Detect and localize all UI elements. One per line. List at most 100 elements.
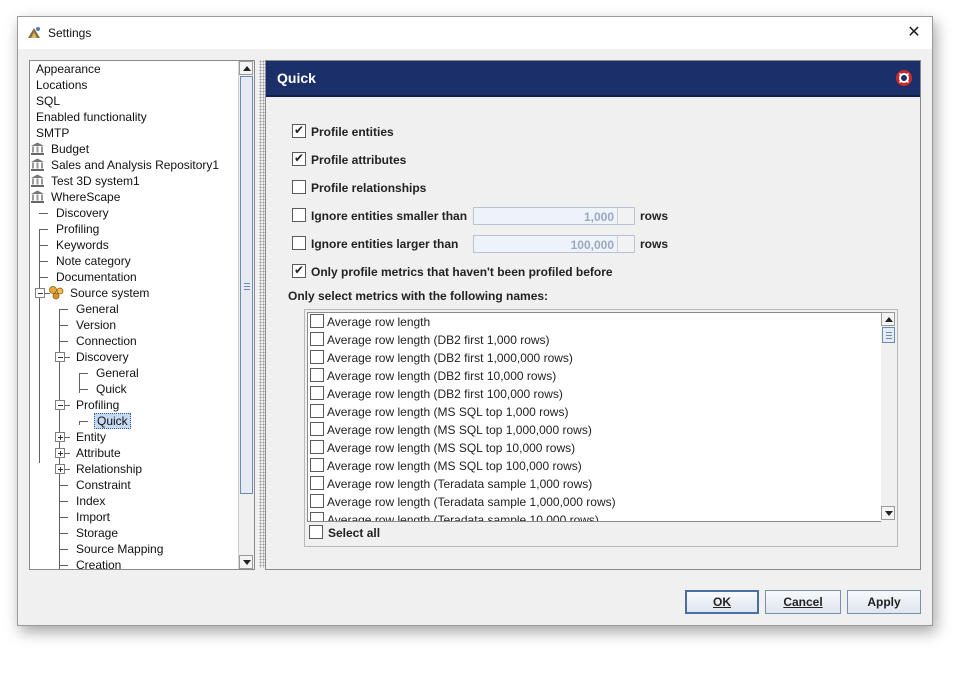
- metric-item[interactable]: Average row length (MS SQL top 100,000 r…: [310, 457, 582, 475]
- tree-item-source-mapping[interactable]: Source Mapping: [74, 541, 165, 557]
- metric-item[interactable]: Average row length (MS SQL top 1,000,000…: [310, 421, 592, 439]
- ignore-smaller-option[interactable]: Ignore entities smaller than: [292, 207, 467, 225]
- scroll-up-button[interactable]: [239, 61, 253, 75]
- tree-item-attribute[interactable]: Attribute: [74, 445, 123, 461]
- metric-checkbox[interactable]: [310, 494, 324, 508]
- ok-button[interactable]: OK: [685, 590, 759, 614]
- collapse-icon[interactable]: [35, 288, 45, 298]
- profile-entities-option[interactable]: ✔ Profile entities: [292, 123, 394, 141]
- max-rows-spinner[interactable]: 100,000: [473, 235, 635, 253]
- expand-icon[interactable]: [55, 464, 65, 474]
- only-unprofiled-checkbox[interactable]: ✔: [292, 263, 306, 278]
- metric-checkbox[interactable]: [310, 368, 324, 382]
- tree-item-smtp[interactable]: SMTP: [34, 125, 71, 141]
- tree-item-general[interactable]: General: [94, 365, 141, 381]
- tree-item-entity[interactable]: Entity: [74, 429, 108, 445]
- only-unprofiled-option[interactable]: ✔ Only profile metrics that haven't been …: [292, 263, 613, 281]
- lifebuoy-icon[interactable]: [896, 70, 912, 86]
- scroll-thumb[interactable]: [882, 327, 895, 343]
- metric-checkbox[interactable]: [310, 332, 324, 346]
- metric-item[interactable]: Average row length (DB2 first 10,000 row…: [310, 367, 556, 385]
- metric-item[interactable]: Average row length (DB2 first 1,000,000 …: [310, 349, 573, 367]
- metric-item[interactable]: Average row length (Teradata sample 1,00…: [310, 493, 616, 511]
- close-icon[interactable]: ✕: [902, 21, 926, 45]
- tree-item-connection[interactable]: Connection: [74, 333, 139, 349]
- metrics-list[interactable]: Average row length Average row length (DB…: [307, 312, 883, 522]
- tree-item-locations[interactable]: Locations: [34, 77, 89, 93]
- metric-item[interactable]: Average row length (DB2 first 1,000 rows…: [310, 331, 550, 349]
- min-rows-value: 1,000: [583, 210, 614, 224]
- expand-icon[interactable]: [55, 432, 65, 442]
- tree-item-relationship[interactable]: Relationship: [74, 461, 144, 477]
- ignore-larger-option[interactable]: Ignore entities larger than: [292, 235, 458, 253]
- tree-item-wherescape[interactable]: WhereScape: [30, 189, 122, 205]
- tree-item-quick[interactable]: Quick: [94, 381, 129, 397]
- metric-checkbox[interactable]: [310, 476, 324, 490]
- tree-item-appearance[interactable]: Appearance: [34, 61, 103, 77]
- metric-checkbox[interactable]: [310, 314, 324, 328]
- check-mark-icon: ✔: [294, 263, 305, 277]
- spin-down-button[interactable]: [618, 216, 634, 224]
- spin-down-button[interactable]: [618, 244, 634, 252]
- tree-item-keywords[interactable]: Keywords: [54, 237, 111, 253]
- tree-item-general[interactable]: General: [74, 301, 121, 317]
- collapse-icon[interactable]: [55, 400, 65, 410]
- tree-scrollbar[interactable]: [238, 61, 254, 569]
- scroll-down-button[interactable]: [881, 506, 895, 520]
- tree-item-label: Creation: [76, 558, 122, 570]
- tree-item-sales-and-analysis-repository1[interactable]: Sales and Analysis Repository1: [30, 157, 221, 173]
- profile-relationships-option[interactable]: Profile relationships: [292, 179, 426, 197]
- tree-item-budget[interactable]: Budget: [30, 141, 91, 157]
- metric-checkbox[interactable]: [310, 458, 324, 472]
- tree-item-quick[interactable]: Quick: [94, 413, 131, 429]
- metric-checkbox[interactable]: [310, 512, 324, 521]
- tree-item-profiling[interactable]: Profiling: [74, 397, 121, 413]
- select-all-option[interactable]: Select all: [309, 524, 380, 542]
- metric-checkbox[interactable]: [310, 350, 324, 364]
- tree-item-import[interactable]: Import: [74, 509, 112, 525]
- tree-item-profiling[interactable]: Profiling: [54, 221, 101, 237]
- profile-attributes-checkbox[interactable]: ✔: [292, 151, 306, 166]
- tree-item-storage[interactable]: Storage: [74, 525, 120, 541]
- tree-item-documentation[interactable]: Documentation: [54, 269, 139, 285]
- tree-item-note-category[interactable]: Note category: [54, 253, 133, 269]
- tree-item-label: Discovery: [76, 350, 129, 364]
- min-rows-spinner[interactable]: 1,000: [473, 207, 635, 225]
- metric-item[interactable]: Average row length (Teradata sample 1,00…: [310, 475, 592, 493]
- metric-checkbox[interactable]: [310, 386, 324, 400]
- metric-item[interactable]: Average row length: [310, 313, 430, 331]
- tree-item-test-3d-system1[interactable]: Test 3D system1: [30, 173, 142, 189]
- metric-item[interactable]: Average row length (Teradata sample 10,0…: [310, 511, 599, 521]
- tree-item-discovery[interactable]: Discovery: [54, 205, 111, 221]
- tree-item-creation[interactable]: Creation: [74, 557, 123, 570]
- metric-checkbox[interactable]: [310, 422, 324, 436]
- ignore-larger-checkbox[interactable]: [292, 236, 306, 250]
- expand-icon[interactable]: [55, 448, 65, 458]
- select-all-checkbox[interactable]: [309, 525, 323, 539]
- metric-item[interactable]: Average row length (MS SQL top 10,000 ro…: [310, 439, 575, 457]
- profile-attributes-option[interactable]: ✔ Profile attributes: [292, 151, 406, 169]
- metric-item[interactable]: Average row length (MS SQL top 1,000 row…: [310, 403, 568, 421]
- tree-connector: [59, 501, 68, 502]
- metric-checkbox[interactable]: [310, 404, 324, 418]
- tree-item-version[interactable]: Version: [74, 317, 118, 333]
- ignore-smaller-checkbox[interactable]: [292, 208, 306, 222]
- tree-item-discovery[interactable]: Discovery: [74, 349, 131, 365]
- profile-entities-checkbox[interactable]: ✔: [292, 123, 306, 138]
- tree-item-sql[interactable]: SQL: [34, 93, 62, 109]
- collapse-icon[interactable]: [55, 352, 65, 362]
- tree-item-source-system[interactable]: Source system: [48, 285, 151, 301]
- scroll-up-button[interactable]: [881, 312, 895, 326]
- scroll-down-button[interactable]: [239, 555, 253, 569]
- tree-item-enabled-functionality[interactable]: Enabled functionality: [34, 109, 149, 125]
- metric-checkbox[interactable]: [310, 440, 324, 454]
- metric-item[interactable]: Average row length (DB2 first 100,000 ro…: [310, 385, 563, 403]
- profile-relationships-checkbox[interactable]: [292, 180, 306, 194]
- cancel-button[interactable]: Cancel: [765, 590, 841, 614]
- metrics-scrollbar[interactable]: [881, 312, 896, 522]
- scroll-thumb[interactable]: [240, 76, 253, 494]
- tree-item-index[interactable]: Index: [74, 493, 107, 509]
- tree-item-constraint[interactable]: Constraint: [74, 477, 133, 493]
- apply-button[interactable]: Apply: [847, 590, 921, 614]
- tree-item-label: Documentation: [56, 270, 137, 284]
